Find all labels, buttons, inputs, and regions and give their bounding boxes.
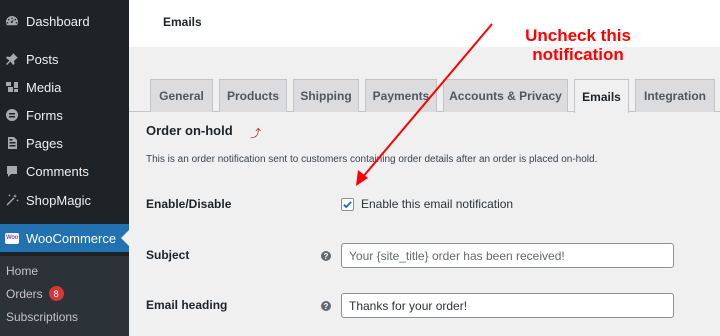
woocommerce-icon: Woo xyxy=(5,231,19,245)
tab-shipping[interactable]: Shipping xyxy=(293,79,359,112)
sidebar-item-media[interactable]: Media xyxy=(0,73,129,101)
subject-label: Subject xyxy=(146,248,190,262)
email-heading-label: Email heading xyxy=(146,298,228,312)
sidebar-item-dashboard[interactable]: Dashboard xyxy=(0,7,129,35)
pin-icon xyxy=(5,52,19,66)
tab-integration[interactable]: Integration xyxy=(635,79,715,112)
submenu-item-orders[interactable]: Orders 8 xyxy=(6,286,64,301)
sidebar-item-shopmagic[interactable]: ShopMagic xyxy=(0,186,129,214)
up-arrow-icon[interactable]: ⤴ xyxy=(250,125,261,141)
checkmark-icon xyxy=(343,201,352,209)
subject-input[interactable] xyxy=(341,243,674,268)
page-title: Emails xyxy=(163,15,202,29)
sidebar-item-woocommerce[interactable]: Woo WooCommerce xyxy=(0,224,129,252)
tab-accounts-privacy[interactable]: Accounts & Privacy xyxy=(443,79,568,112)
enable-notification-checkbox[interactable] xyxy=(341,198,354,211)
annotation-text: Uncheck this notification xyxy=(525,26,631,64)
admin-sidebar: Dashboard Posts Media Forms Pages Commen… xyxy=(0,0,129,336)
woocommerce-submenu: Home Orders 8 Subscriptions xyxy=(0,256,129,336)
enable-disable-label: Enable/Disable xyxy=(146,197,232,211)
magic-wand-icon xyxy=(5,193,19,207)
comments-icon xyxy=(5,164,19,178)
active-indicator xyxy=(121,230,129,246)
sidebar-item-label: WooCommerce xyxy=(26,230,117,246)
sidebar-item-forms[interactable]: Forms xyxy=(0,101,129,129)
sidebar-item-label: Pages xyxy=(26,135,63,151)
sidebar-item-label: Dashboard xyxy=(26,13,90,29)
sidebar-item-label: Media xyxy=(26,79,62,95)
sidebar-item-pages[interactable]: Pages xyxy=(0,129,129,157)
section-title: Order on-hold xyxy=(146,123,233,138)
submenu-item-home[interactable]: Home xyxy=(6,264,38,278)
sidebar-item-label: Comments xyxy=(26,163,89,179)
sidebar-item-comments[interactable]: Comments xyxy=(0,157,129,185)
forms-icon xyxy=(5,108,19,122)
section-description: This is an order notification sent to cu… xyxy=(146,154,598,165)
orders-count-badge: 8 xyxy=(48,286,64,301)
sidebar-item-label: ShopMagic xyxy=(26,192,92,208)
tab-general[interactable]: General xyxy=(150,79,213,112)
settings-tabs: General Products Shipping Payments Accou… xyxy=(129,79,720,113)
tab-products[interactable]: Products xyxy=(219,79,287,112)
email-heading-input[interactable] xyxy=(341,293,674,318)
sidebar-item-label: Forms xyxy=(26,107,63,123)
tab-payments[interactable]: Payments xyxy=(365,79,437,112)
submenu-item-subscriptions[interactable]: Subscriptions xyxy=(6,310,78,324)
help-icon[interactable]: ? xyxy=(321,251,331,261)
tab-emails[interactable]: Emails xyxy=(574,79,629,113)
enable-notification-label[interactable]: Enable this email notification xyxy=(361,197,513,211)
sidebar-item-label: Posts xyxy=(26,51,59,67)
sidebar-item-posts[interactable]: Posts xyxy=(0,45,129,73)
pages-icon xyxy=(5,136,19,150)
media-icon xyxy=(5,80,19,94)
dashboard-icon xyxy=(5,14,19,28)
help-icon[interactable]: ? xyxy=(321,301,331,311)
